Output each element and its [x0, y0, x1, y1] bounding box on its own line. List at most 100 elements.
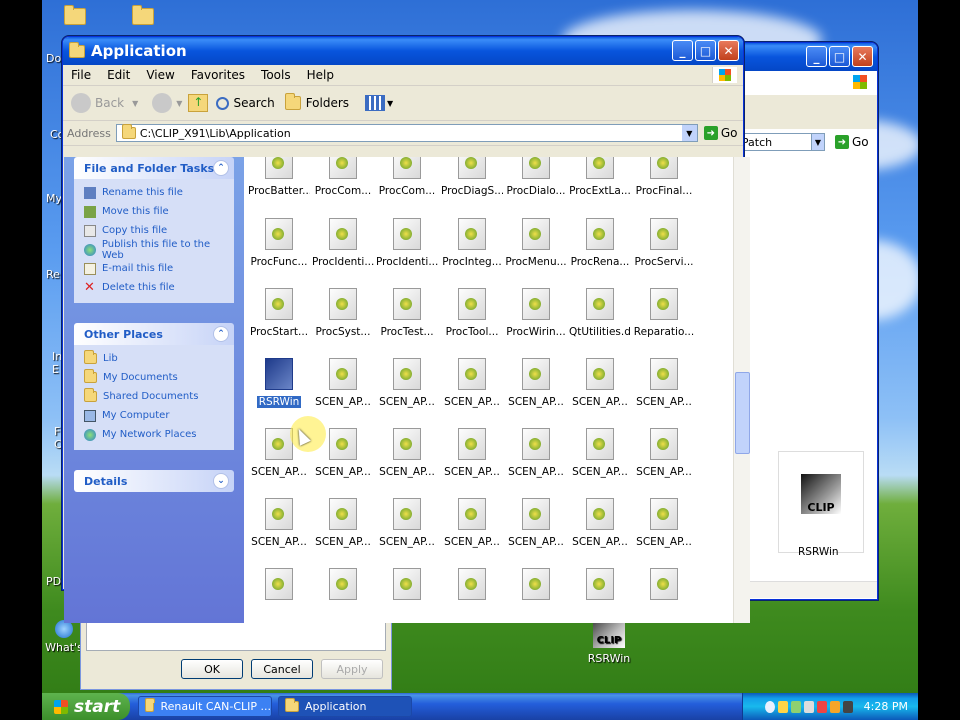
close-button[interactable]: ✕ — [718, 40, 739, 61]
file-item[interactable]: SCEN_AP... — [633, 358, 695, 408]
tray-volume-icon[interactable] — [803, 700, 814, 713]
up-folder-button[interactable]: ↑ — [188, 94, 209, 112]
file-item[interactable]: SCEN_AP... — [441, 428, 503, 478]
file-item[interactable]: SCEN_AP... — [569, 498, 631, 548]
file-item[interactable]: ProcExtLa... — [569, 157, 631, 197]
minimize-button[interactable]: _ — [806, 46, 827, 67]
address-dropdown[interactable]: ▼ — [681, 125, 697, 141]
maximize-button[interactable]: □ — [829, 46, 850, 67]
tray-arrow-icon[interactable] — [764, 700, 775, 713]
file-item[interactable]: ProcFinal... — [633, 157, 695, 197]
place-my-computer-link[interactable]: My Computer — [84, 406, 234, 425]
tray-app-icon[interactable] — [829, 700, 840, 713]
place-network-link[interactable]: My Network Places — [84, 425, 234, 444]
file-item[interactable]: ProcTool... — [441, 288, 503, 338]
cancel-button[interactable]: Cancel — [251, 659, 313, 679]
file-item[interactable] — [633, 568, 695, 606]
other-places-header[interactable]: Other Places ⌃ — [74, 323, 234, 345]
move-file-link[interactable]: Move this file — [84, 202, 234, 221]
start-button[interactable]: start — [42, 693, 130, 720]
apply-button[interactable]: Apply — [321, 659, 383, 679]
taskbar-item-renault[interactable]: Renault CAN-CLIP ... — [138, 696, 272, 717]
file-item[interactable]: SCEN_AP... — [376, 358, 438, 408]
file-item[interactable]: ProcDiagS... — [441, 157, 503, 197]
file-item[interactable]: Reparatio... — [633, 288, 695, 338]
tray-security-icon[interactable] — [816, 700, 827, 713]
file-item[interactable]: ProcTest... — [376, 288, 438, 338]
desktop-folder-icon-2[interactable] — [132, 5, 154, 28]
place-shared-documents-link[interactable]: Shared Documents — [84, 387, 234, 406]
menu-help[interactable]: Help — [299, 68, 342, 82]
file-item[interactable]: SCEN_AP... — [633, 498, 695, 548]
views-button[interactable]: ▼ — [365, 95, 393, 111]
ok-button[interactable]: OK — [181, 659, 243, 679]
desktop-folder-icon[interactable] — [64, 5, 86, 28]
file-item[interactable]: ProcMenu... — [505, 218, 567, 268]
back-button[interactable]: Back ▼ — [71, 93, 138, 113]
file-item[interactable]: ProcWirin... — [505, 288, 567, 338]
place-my-documents-link[interactable]: My Documents — [84, 368, 234, 387]
background-thumbnail[interactable]: CLIP — [778, 451, 864, 553]
background-go-button[interactable]: ➜ Go — [835, 135, 869, 149]
explorer-window[interactable]: Application _ □ ✕ File Edit View Favorit… — [62, 36, 750, 623]
expand-chevron-icon[interactable]: ⌄ — [213, 473, 229, 489]
file-folder-tasks-header[interactable]: File and Folder Tasks ⌃ — [74, 157, 234, 179]
maximize-button[interactable]: □ — [695, 40, 716, 61]
file-item[interactable] — [248, 568, 310, 606]
folders-button[interactable]: Folders — [284, 93, 349, 110]
delete-file-link[interactable]: ✕ Delete this file — [84, 278, 234, 297]
search-button[interactable]: Search — [216, 96, 275, 110]
place-lib-link[interactable]: Lib — [84, 349, 234, 368]
file-item[interactable]: SCEN_AP... — [312, 498, 374, 548]
copy-file-link[interactable]: Copy this file — [84, 221, 234, 240]
file-item[interactable]: ProcSyst... — [312, 288, 374, 338]
file-item[interactable] — [376, 568, 438, 606]
file-item[interactable]: ProcServi... — [633, 218, 695, 268]
file-item[interactable]: SCEN_AP... — [441, 358, 503, 408]
desktop-label-pd[interactable]: PD — [46, 575, 61, 588]
file-item[interactable]: ProcCom... — [376, 157, 438, 197]
details-header[interactable]: Details ⌄ — [74, 470, 234, 492]
address-field[interactable]: C:\CLIP_X91\Lib\Application ▼ — [115, 124, 698, 142]
background-address-dropdown[interactable]: ▼ — [811, 133, 825, 151]
email-file-link[interactable]: E-mail this file — [84, 259, 234, 278]
desktop-label-whats[interactable]: What's — [44, 620, 84, 654]
desktop-label-re[interactable]: Re — [46, 268, 60, 281]
menu-view[interactable]: View — [138, 68, 182, 82]
file-item[interactable]: ProcIdenti... — [312, 218, 374, 268]
desktop-rsrwin-shortcut[interactable]: CLIP RSRWin — [574, 616, 644, 665]
tray-network-icon[interactable] — [790, 700, 801, 713]
file-item[interactable]: ProcFunc... — [248, 218, 310, 268]
file-item[interactable] — [569, 568, 631, 606]
file-item[interactable]: SCEN_AP... — [505, 358, 567, 408]
file-item[interactable]: SCEN_AP... — [312, 358, 374, 408]
menu-tools[interactable]: Tools — [253, 68, 299, 82]
file-item[interactable]: ProcInteg... — [441, 218, 503, 268]
file-item[interactable]: SCEN_AP... — [505, 428, 567, 478]
minimize-button[interactable]: _ — [672, 40, 693, 61]
tray-monitor-icon[interactable] — [842, 700, 853, 713]
collapse-chevron-icon[interactable]: ⌃ — [213, 160, 229, 176]
file-item[interactable]: SCEN_AP... — [505, 498, 567, 548]
publish-web-link[interactable]: Publish this file to the Web — [84, 239, 234, 261]
collapse-chevron-icon[interactable]: ⌃ — [213, 326, 229, 342]
file-item[interactable]: SCEN_AP... — [248, 498, 310, 548]
tray-battery-icon[interactable] — [777, 700, 788, 713]
file-item[interactable]: ProcCom... — [312, 157, 374, 197]
file-item[interactable]: ProcRena... — [569, 218, 631, 268]
menu-favorites[interactable]: Favorites — [183, 68, 253, 82]
taskbar-item-application[interactable]: Application — [278, 696, 412, 717]
menu-file[interactable]: File — [63, 68, 99, 82]
file-item[interactable]: ProcBatter... — [248, 157, 310, 197]
file-item[interactable] — [441, 568, 503, 606]
scrollbar-thumb[interactable] — [735, 372, 750, 454]
file-item[interactable]: SCEN_AP... — [441, 498, 503, 548]
file-item[interactable]: ProcStart... — [248, 288, 310, 338]
file-item[interactable]: SCEN_AP... — [569, 358, 631, 408]
file-item[interactable]: QtUtilities.dll — [569, 288, 631, 338]
file-item[interactable]: RSRWin — [248, 358, 310, 411]
file-item[interactable]: SCEN_AP... — [376, 428, 438, 478]
file-item[interactable] — [312, 568, 374, 606]
file-item[interactable]: ProcDialo... — [505, 157, 567, 197]
file-item[interactable]: SCEN_AP... — [569, 428, 631, 478]
